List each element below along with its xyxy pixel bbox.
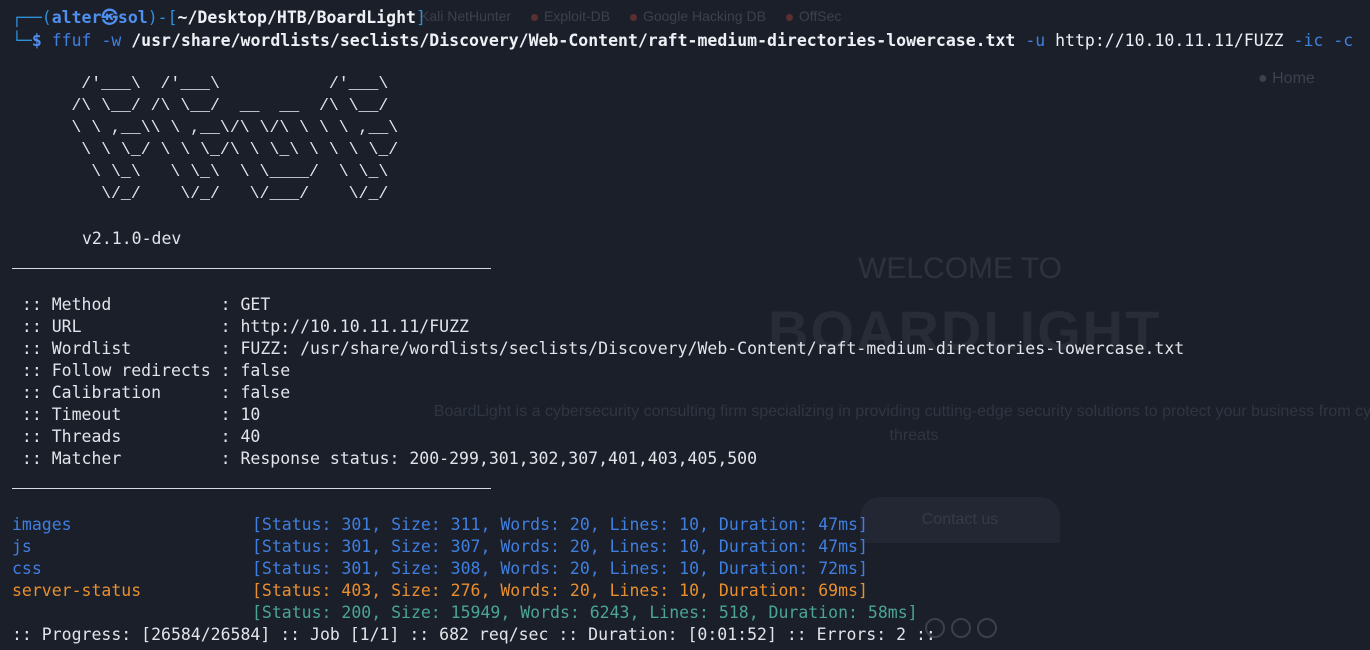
command-url-arg: http://10.10.11.11/FUZZ (1055, 31, 1284, 50)
result-path: server-status (12, 581, 142, 600)
config-key: :: URL (12, 317, 221, 336)
config-row: :: URL : http://10.10.11.11/FUZZ (12, 316, 469, 338)
config-key: :: Wordlist (12, 339, 221, 358)
config-row: :: Wordlist : FUZZ: /usr/share/wordlists… (12, 338, 1184, 360)
result-path: images (12, 515, 72, 534)
config-value: : false (220, 361, 291, 380)
config-row: :: Method : GET (12, 294, 270, 316)
flag-u: -u (1025, 31, 1046, 50)
progress-line: :: Progress: [26584/26584] :: Job [1/1] … (12, 625, 936, 644)
config-key: :: Timeout (12, 405, 221, 424)
config-key: :: Matcher (12, 449, 221, 468)
result-status-info: [Status: 301, Size: 307, Words: 20, Line… (252, 537, 868, 556)
config-value: : http://10.10.11.11/FUZZ (220, 317, 469, 336)
result-status-info: [Status: 301, Size: 308, Words: 20, Line… (252, 559, 868, 578)
config-row: :: Threads : 40 (12, 426, 260, 448)
ffuf-version: v2.1.0-dev (82, 229, 182, 248)
config-value: : false (220, 383, 291, 402)
prompt-at-symbol: ㉿ (101, 8, 118, 27)
flag-ic: -ic (1293, 31, 1324, 50)
config-value: : 10 (220, 405, 261, 424)
config-value: : Response status: 200-299,301,302,307,4… (220, 449, 758, 468)
flag-w: -w (101, 31, 122, 50)
result-path: js (12, 537, 32, 556)
command-wordlist-arg: /usr/share/wordlists/seclists/Discovery/… (131, 31, 1016, 50)
config-key: :: Calibration (12, 383, 221, 402)
config-value: : 40 (220, 427, 261, 446)
flag-c: -c (1333, 31, 1354, 50)
config-value: : GET (220, 295, 271, 314)
result-status-info: [Status: 301, Size: 311, Words: 20, Line… (252, 515, 868, 534)
divider-bottom (12, 488, 491, 489)
result-path: css (12, 559, 42, 578)
command-name: ffuf (51, 31, 92, 50)
config-value: : FUZZ: /usr/share/wordlists/seclists/Di… (220, 339, 1185, 358)
result-status-info: [Status: 200, Size: 15949, Words: 6243, … (252, 603, 918, 622)
prompt-corner-bottom: └─ (12, 31, 32, 50)
config-key: :: Follow redirects (12, 361, 221, 380)
prompt-user: alter (51, 8, 102, 27)
terminal-window[interactable]: ┌──(alter㉿sol)-[~/Desktop/HTB/BoardLight… (0, 0, 1370, 650)
config-row: :: Timeout : 10 (12, 404, 260, 426)
config-row: :: Matcher : Response status: 200-299,30… (12, 448, 757, 470)
prompt-corner-top: ┌──( (12, 8, 52, 27)
prompt-path: ~/Desktop/HTB/BoardLight (177, 8, 416, 27)
prompt-dollar: $ (31, 31, 42, 50)
prompt-bracket-end: ] (415, 8, 426, 27)
command-line: └─$ ffuf -w /usr/share/wordlists/seclist… (12, 30, 1353, 52)
prompt-line-1: ┌──(alter㉿sol)-[~/Desktop/HTB/BoardLight… (12, 7, 426, 29)
divider-top (12, 268, 491, 269)
config-row: :: Calibration : false (12, 382, 290, 404)
config-row: :: Follow redirects : false (12, 360, 290, 382)
result-status-info: [Status: 403, Size: 276, Words: 20, Line… (252, 581, 868, 600)
config-key: :: Method (12, 295, 221, 314)
prompt-host: sol (117, 8, 148, 27)
config-key: :: Threads (12, 427, 221, 446)
prompt-bracket: )-[ (147, 8, 178, 27)
ffuf-ascii-banner: /'___\ /'___\ /'___\ /\ \__/ /\ \__/ __ … (71, 74, 399, 203)
